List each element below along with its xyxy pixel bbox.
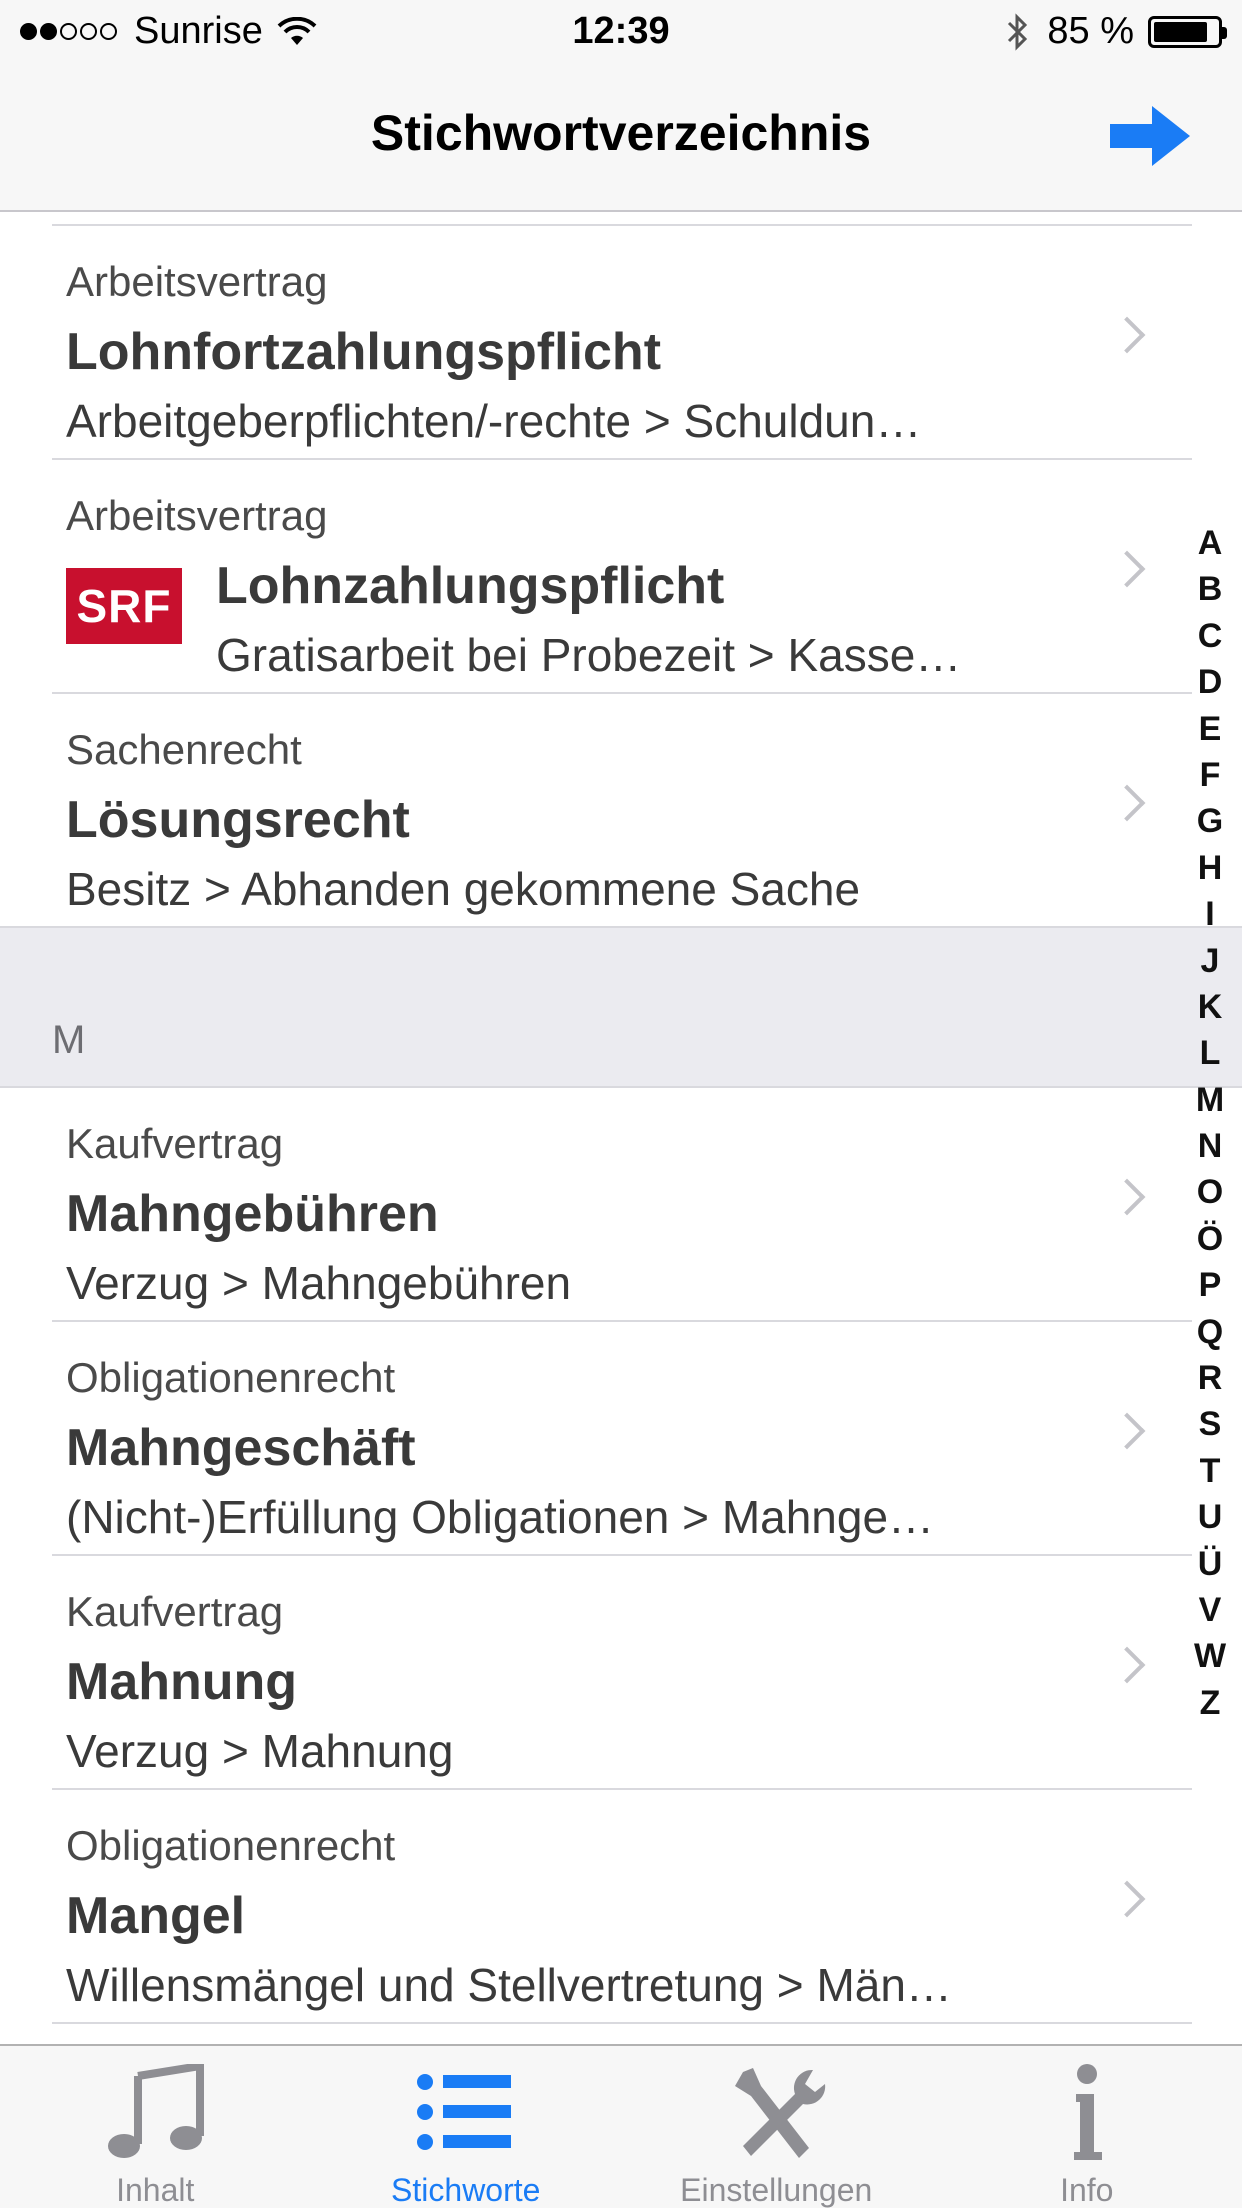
list-item[interactable]: Kaufvertrag Mahnung Verzug > Mahnung bbox=[52, 1556, 1192, 1790]
chevron-right-icon bbox=[1109, 1881, 1146, 1918]
list-item[interactable]: Kaufvertrag Mahngebühren Verzug > Mahnge… bbox=[52, 1088, 1192, 1322]
keyword-list[interactable]: Arbeitsvertrag Lohnfortzahlungspflicht A… bbox=[0, 212, 1242, 2044]
item-path: Willensmängel und Stellvertretung > Män… bbox=[66, 1958, 952, 2012]
battery-percentage: 85 % bbox=[1047, 10, 1134, 53]
index-letter-v[interactable]: V bbox=[1199, 1587, 1222, 1633]
item-path: Gratisarbeit bei Probezeit > Kasse… bbox=[216, 628, 961, 682]
index-letter-e[interactable]: E bbox=[1199, 706, 1222, 752]
item-title: Mahngebühren bbox=[66, 1184, 439, 1244]
tab-bar: Inhalt Stichworte Einstellungen Info bbox=[0, 2044, 1242, 2208]
battery-icon bbox=[1148, 16, 1222, 48]
chevron-right-icon bbox=[1109, 317, 1146, 354]
page-title: Stichwortverzeichnis bbox=[0, 104, 1242, 162]
index-letter-r[interactable]: R bbox=[1198, 1355, 1223, 1401]
index-letter-h[interactable]: H bbox=[1198, 845, 1223, 891]
tools-icon bbox=[721, 2064, 831, 2164]
index-letter-c[interactable]: C bbox=[1198, 613, 1223, 659]
music-note-icon bbox=[100, 2064, 210, 2164]
index-letter-q[interactable]: Q bbox=[1197, 1309, 1223, 1355]
navigation-bar: Stichwortverzeichnis bbox=[0, 64, 1242, 212]
index-letter-g[interactable]: G bbox=[1197, 798, 1223, 844]
item-category: Arbeitsvertrag bbox=[66, 258, 327, 306]
item-path: (Nicht-)Erfüllung Obligationen > Mahnge… bbox=[66, 1490, 934, 1544]
section-header-label: M bbox=[52, 1018, 85, 1063]
index-letter-b[interactable]: B bbox=[1198, 566, 1223, 612]
item-category: Obligationenrecht bbox=[66, 1822, 395, 1870]
list-item[interactable]: Arbeitsvertrag SRF Lohnzahlungspflicht G… bbox=[52, 460, 1192, 694]
item-category: Sachenrecht bbox=[66, 726, 302, 774]
index-letter-d[interactable]: D bbox=[1198, 659, 1223, 705]
tab-label: Einstellungen bbox=[621, 2172, 932, 2209]
list-item[interactable]: Obligationenrecht Mahngeschäft (Nicht-)E… bbox=[52, 1322, 1192, 1556]
index-letter-u[interactable]: U bbox=[1198, 1494, 1223, 1540]
forward-arrow-icon[interactable] bbox=[1110, 106, 1190, 166]
tab-label: Stichworte bbox=[311, 2172, 622, 2209]
index-letter-ö[interactable]: Ö bbox=[1197, 1216, 1223, 1262]
item-path: Verzug > Mahngebühren bbox=[66, 1256, 571, 1310]
index-letter-i[interactable]: I bbox=[1205, 891, 1214, 937]
tab-label: Inhalt bbox=[0, 2172, 311, 2209]
chevron-right-icon bbox=[1109, 551, 1146, 588]
tab-inhalt[interactable]: Inhalt bbox=[0, 2046, 311, 2208]
index-letter-ü[interactable]: Ü bbox=[1198, 1541, 1223, 1587]
index-letter-j[interactable]: J bbox=[1201, 938, 1220, 984]
srf-logo: SRF bbox=[66, 568, 182, 644]
section-header: M bbox=[0, 926, 1242, 1088]
item-title: Mangel bbox=[66, 1886, 245, 1946]
index-letter-a[interactable]: A bbox=[1198, 520, 1223, 566]
item-category: Arbeitsvertrag bbox=[66, 492, 327, 540]
chevron-right-icon bbox=[1109, 1179, 1146, 1216]
index-letter-m[interactable]: M bbox=[1196, 1077, 1224, 1123]
item-category: Obligationenrecht bbox=[66, 1354, 395, 1402]
item-title: Lohnzahlungspflicht bbox=[216, 556, 724, 616]
list-item[interactable]: Obligationenrecht Mangel Willensmängel u… bbox=[52, 1790, 1192, 2024]
index-letter-w[interactable]: W bbox=[1194, 1633, 1226, 1679]
divider bbox=[52, 212, 1192, 226]
index-letter-l[interactable]: L bbox=[1200, 1030, 1221, 1076]
info-icon bbox=[1032, 2064, 1142, 2164]
section-index[interactable]: ABCDEFGHIJKLMNOÖPQRSTUÜVWZ bbox=[1186, 520, 1234, 1726]
index-letter-k[interactable]: K bbox=[1198, 984, 1223, 1030]
item-category: Kaufvertrag bbox=[66, 1588, 283, 1636]
index-letter-n[interactable]: N bbox=[1198, 1123, 1223, 1169]
index-letter-o[interactable]: O bbox=[1197, 1169, 1223, 1215]
chevron-right-icon bbox=[1109, 785, 1146, 822]
index-letter-t[interactable]: T bbox=[1200, 1448, 1221, 1494]
item-title: Lohnfortzahlungspflicht bbox=[66, 322, 661, 382]
status-bar: Sunrise 12:39 85 % bbox=[0, 0, 1242, 64]
item-title: Mahngeschäft bbox=[66, 1418, 416, 1478]
tab-einstellungen[interactable]: Einstellungen bbox=[621, 2046, 932, 2208]
bluetooth-icon bbox=[1005, 13, 1029, 51]
index-letter-z[interactable]: Z bbox=[1200, 1680, 1221, 1726]
index-letter-s[interactable]: S bbox=[1199, 1401, 1222, 1447]
chevron-right-icon bbox=[1109, 1647, 1146, 1684]
item-path: Arbeitgeberpflichten/-rechte > Schuldun… bbox=[66, 394, 921, 448]
list-item[interactable]: Sachenrecht Lösungsrecht Besitz > Abhand… bbox=[52, 694, 1192, 928]
index-letter-p[interactable]: P bbox=[1199, 1262, 1222, 1308]
item-title: Lösungsrecht bbox=[66, 790, 410, 850]
item-title: Mahnung bbox=[66, 1652, 297, 1712]
tab-info[interactable]: Info bbox=[932, 2046, 1242, 2208]
list-item[interactable]: Arbeitsvertrag Lohnfortzahlungspflicht A… bbox=[52, 226, 1192, 460]
item-category: Kaufvertrag bbox=[66, 1120, 283, 1168]
tab-stichworte[interactable]: Stichworte bbox=[311, 2046, 622, 2208]
index-letter-f[interactable]: F bbox=[1200, 752, 1221, 798]
list-icon bbox=[411, 2064, 521, 2164]
item-path: Besitz > Abhanden gekommene Sache bbox=[66, 862, 860, 916]
item-path: Verzug > Mahnung bbox=[66, 1724, 453, 1778]
chevron-right-icon bbox=[1109, 1413, 1146, 1450]
tab-label: Info bbox=[932, 2172, 1242, 2209]
